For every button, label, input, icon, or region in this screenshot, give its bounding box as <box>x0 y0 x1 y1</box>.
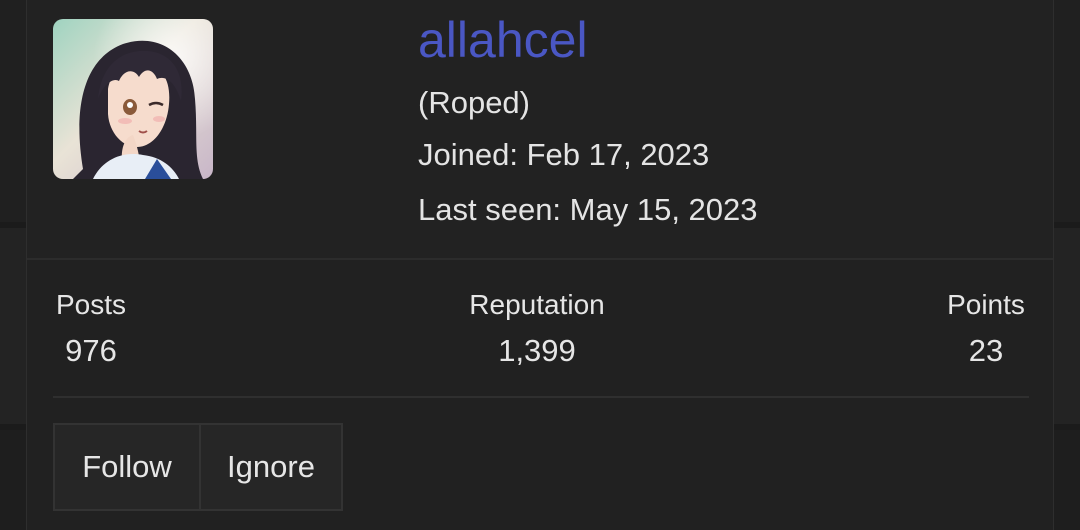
divider <box>53 396 1029 398</box>
member-card: allahcel (Roped) Joined: Feb 17, 2023 La… <box>26 0 1054 530</box>
anime-avatar-image <box>53 19 213 179</box>
member-card-header: allahcel (Roped) Joined: Feb 17, 2023 La… <box>27 0 1053 260</box>
stat-posts-label: Posts <box>55 289 127 320</box>
username-link[interactable]: allahcel <box>418 10 588 70</box>
stat-points-value: 23 <box>968 333 1004 368</box>
last-seen-date: Last seen: May 15, 2023 <box>418 192 758 227</box>
stat-reputation: Reputation 1,399 <box>464 287 610 371</box>
stat-reputation-value: 1,399 <box>498 333 576 368</box>
follow-button[interactable]: Follow <box>53 423 201 511</box>
joined-date: Joined: Feb 17, 2023 <box>418 137 710 172</box>
stat-points[interactable]: Points 23 <box>942 287 1030 371</box>
ignore-button[interactable]: Ignore <box>199 423 343 511</box>
profile-actions: Follow Ignore <box>53 423 343 511</box>
profile-page: allahcel (Roped) Joined: Feb 17, 2023 La… <box>0 0 1080 530</box>
stat-points-label: Points <box>947 289 1025 320</box>
user-title: (Roped) <box>418 85 530 120</box>
stat-posts[interactable]: Posts 976 <box>53 287 129 371</box>
avatar[interactable] <box>53 19 213 179</box>
stat-posts-value: 976 <box>65 333 117 368</box>
stat-reputation-label: Reputation <box>469 289 605 320</box>
